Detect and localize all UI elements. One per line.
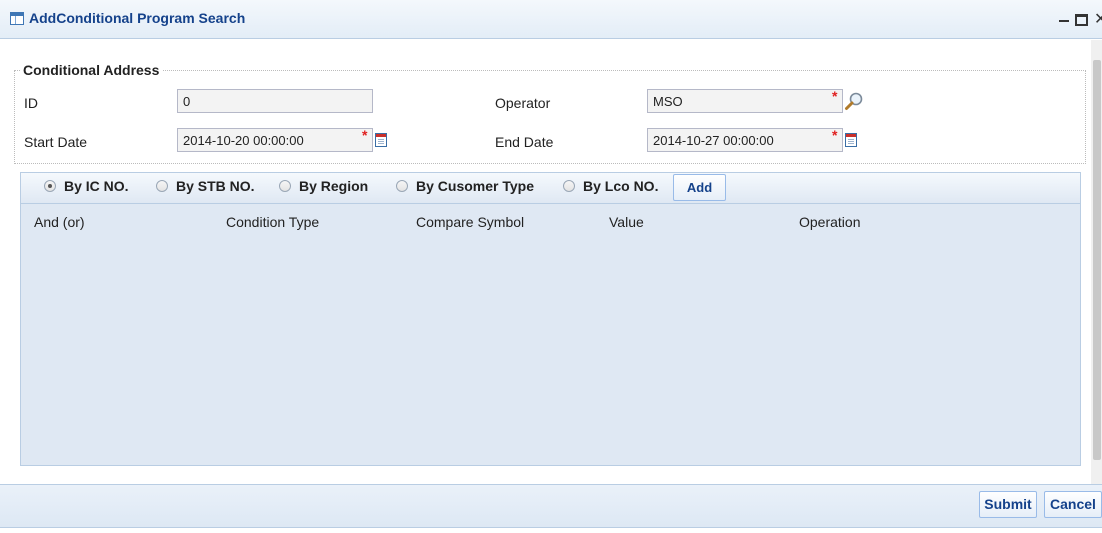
scrollbar-thumb[interactable] xyxy=(1093,60,1101,460)
cancel-button[interactable]: Cancel xyxy=(1044,491,1102,518)
column-header-compare-symbol: Compare Symbol xyxy=(416,214,525,230)
maximize-icon[interactable] xyxy=(1075,14,1088,26)
radio-label-by-stb-no[interactable]: By STB NO. xyxy=(176,178,255,194)
radio-label-by-customer-type[interactable]: By Cusomer Type xyxy=(416,178,534,194)
id-label: ID xyxy=(24,95,38,111)
calendar-icon[interactable] xyxy=(375,133,387,147)
calendar-icon[interactable] xyxy=(845,133,857,147)
required-marker: * xyxy=(832,88,838,104)
required-marker: * xyxy=(832,127,838,143)
minimize-icon[interactable] xyxy=(1059,20,1069,22)
radio-by-region[interactable] xyxy=(279,180,291,192)
required-marker: * xyxy=(362,127,368,143)
submit-button[interactable]: Submit xyxy=(979,491,1037,518)
grid-window-icon xyxy=(10,12,24,25)
radio-label-by-region[interactable]: By Region xyxy=(299,178,368,194)
column-header-and-or: And (or) xyxy=(34,214,85,230)
radio-by-lco-no[interactable] xyxy=(563,180,575,192)
column-header-value: Value xyxy=(609,214,644,230)
start-date-label: Start Date xyxy=(24,134,88,150)
window-title: AddConditional Program Search xyxy=(29,10,246,26)
close-icon[interactable]: ✕ xyxy=(1094,9,1102,29)
fieldset-legend: Conditional Address xyxy=(20,62,163,78)
footer-toolbar xyxy=(0,484,1102,528)
search-icon[interactable] xyxy=(844,91,864,111)
end-date-field[interactable] xyxy=(647,128,843,152)
condition-grid xyxy=(20,172,1081,466)
radio-by-ic-no[interactable] xyxy=(44,180,56,192)
radio-label-by-lco-no[interactable]: By Lco NO. xyxy=(583,178,658,194)
radio-label-by-ic-no[interactable]: By IC NO. xyxy=(64,178,129,194)
id-field[interactable] xyxy=(177,89,373,113)
end-date-label: End Date xyxy=(495,134,554,150)
radio-by-customer-type[interactable] xyxy=(396,180,408,192)
add-button[interactable]: Add xyxy=(673,174,726,201)
operator-field[interactable] xyxy=(647,89,843,113)
operator-label: Operator xyxy=(495,95,551,111)
column-header-operation: Operation xyxy=(799,214,861,230)
radio-by-stb-no[interactable] xyxy=(156,180,168,192)
column-header-condition-type: Condition Type xyxy=(226,214,320,230)
start-date-field[interactable] xyxy=(177,128,373,152)
